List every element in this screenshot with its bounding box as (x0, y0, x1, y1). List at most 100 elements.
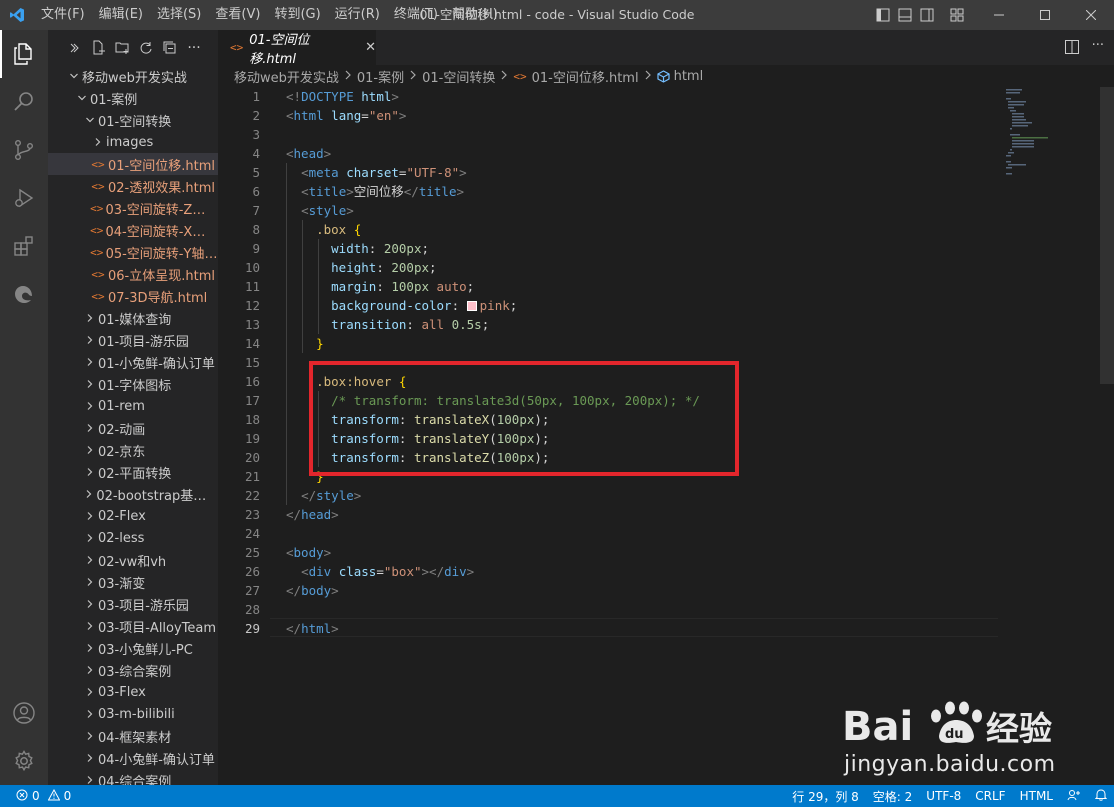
code-line[interactable]: 27 </body> (218, 581, 998, 600)
tree-folder-item[interactable]: 01-空间转换 (48, 109, 218, 131)
code-line[interactable]: 13 transition: all 0.5s; (218, 315, 998, 334)
tab-01-html[interactable]: <> 01-空间位移.html ✕ (218, 30, 376, 67)
collapse-all-icon[interactable] (162, 40, 178, 56)
explorer-icon[interactable] (0, 30, 48, 78)
search-icon[interactable] (0, 78, 48, 126)
toggle-panel-icon[interactable] (894, 0, 916, 30)
code-line[interactable]: 24 (218, 524, 998, 543)
breadcrumb-item[interactable]: 01-空间位移.html (532, 67, 639, 86)
tree-folder-item[interactable]: 02-平面转换 (48, 461, 218, 483)
maximize-icon[interactable] (1022, 0, 1068, 30)
code-line[interactable]: 22 </style> (218, 486, 998, 505)
extensions-icon[interactable] (0, 222, 48, 270)
menu-item[interactable]: 运行(R) (328, 0, 387, 30)
tree-folder-item[interactable]: 03-m-bilibili (48, 703, 218, 725)
code-line[interactable]: 28 (218, 600, 998, 619)
code-line[interactable]: 10 height: 200px; (218, 258, 998, 277)
toggle-sidebar-icon[interactable] (872, 0, 894, 30)
menu-item[interactable]: 帮助(H) (445, 0, 505, 30)
minimize-icon[interactable] (976, 0, 1022, 30)
code-line[interactable]: 29 </html> (218, 619, 998, 638)
end-of-line[interactable]: CRLF (968, 789, 1012, 803)
tree-folder-item[interactable]: 01-媒体查询 (48, 307, 218, 329)
code-line[interactable]: 3 (218, 125, 998, 144)
code-line[interactable]: 8 .box { (218, 220, 998, 239)
tree-file-item[interactable]: <> 01-空间位移.html (48, 153, 218, 175)
tree-folder-item[interactable]: 04-框架素材 (48, 725, 218, 747)
menu-item[interactable]: 选择(S) (150, 0, 208, 30)
tree-folder-item[interactable]: 02-less (48, 527, 218, 549)
tree-folder-item[interactable]: 01-项目-游乐园 (48, 329, 218, 351)
tree-folder-item[interactable]: 移动web开发实战 (48, 65, 218, 87)
tree-file-item[interactable]: <>05-空间旋转-Y轴.html (48, 241, 218, 263)
tree-folder-item[interactable]: 01-rem (48, 395, 218, 417)
tree-folder-item[interactable]: 02-vw和vh (48, 549, 218, 571)
code-line[interactable]: 9 width: 200px; (218, 239, 998, 258)
breadcrumb-item[interactable]: 01-空间转换 (422, 67, 495, 86)
scrollbar-thumb[interactable] (1100, 87, 1114, 384)
code-line[interactable]: 11 margin: 100px auto; (218, 277, 998, 296)
code-line[interactable]: 6 <title>空间位移</title> (218, 182, 998, 201)
tree-folder-item[interactable]: 03-渐变 (48, 571, 218, 593)
tree-folder-item[interactable]: 04-小兔鲜-确认订单 (48, 747, 218, 769)
menu-item[interactable]: 查看(V) (208, 0, 267, 30)
customize-layout-icon[interactable] (946, 0, 968, 30)
tree-folder-item[interactable]: 02-Flex (48, 505, 218, 527)
tree-folder-item[interactable]: 03-Flex (48, 681, 218, 703)
menu-item[interactable]: 转到(G) (267, 0, 327, 30)
split-editor-icon[interactable] (1064, 39, 1080, 55)
tree-folder-item[interactable]: 02-京东 (48, 439, 218, 461)
tree-folder-item[interactable]: 02-bootstrap基本使用 (48, 483, 218, 505)
tree-file-item[interactable]: <>03-空间旋转-Z轴.html (48, 197, 218, 219)
vertical-scrollbar[interactable] (1100, 87, 1114, 785)
menu-item[interactable]: 文件(F) (34, 0, 92, 30)
close-tab-icon[interactable]: ✕ (365, 40, 376, 55)
account-icon[interactable] (0, 689, 48, 737)
code-line[interactable]: 23 </head> (218, 505, 998, 524)
tree-folder-item[interactable]: 01-案例 (48, 87, 218, 109)
tree-folder-item[interactable]: 03-综合案例 (48, 659, 218, 681)
toggle-secondary-sidebar-icon[interactable] (916, 0, 938, 30)
new-file-icon[interactable] (90, 40, 106, 56)
code-line[interactable]: 25 <body> (218, 543, 998, 562)
code-line[interactable]: 2 <html lang="en"> (218, 106, 998, 125)
problems-status[interactable]: 0 0 (0, 788, 71, 804)
indentation[interactable]: 空格: 2 (866, 788, 920, 805)
source-control-icon[interactable] (0, 126, 48, 174)
collapse-chevron-icon[interactable] (66, 40, 82, 56)
code-line[interactable]: 5 <meta charset="UTF-8"> (218, 163, 998, 182)
tree-folder-item[interactable]: 04-综合案例 (48, 769, 218, 785)
menu-item[interactable]: 编辑(E) (92, 0, 150, 30)
edge-icon[interactable] (0, 270, 48, 318)
tree-folder-item[interactable]: 03-小兔鲜儿-PC (48, 637, 218, 659)
breadcrumb-item[interactable]: 01-案例 (357, 67, 404, 86)
tree-folder-item[interactable]: images (48, 131, 218, 153)
code-line[interactable]: 4 <head> (218, 144, 998, 163)
run-debug-icon[interactable] (0, 174, 48, 222)
code-line[interactable]: 7 <style> (218, 201, 998, 220)
language-mode[interactable]: HTML (1013, 789, 1060, 803)
tree-folder-item[interactable]: 01-字体图标 (48, 373, 218, 395)
code-editor[interactable]: 1 <!DOCTYPE html> 2 <html lang="en"> 3 4 <head… (218, 87, 1114, 785)
code-line[interactable]: 26 <div class="box"></div> (218, 562, 998, 581)
code-line[interactable]: 14 } (218, 334, 998, 353)
code-line[interactable]: 1 <!DOCTYPE html> (218, 87, 998, 106)
encoding[interactable]: UTF-8 (919, 789, 968, 803)
tree-file-item[interactable]: <> 02-透视效果.html (48, 175, 218, 197)
new-folder-icon[interactable] (114, 40, 130, 56)
notifications-icon[interactable] (1088, 788, 1114, 804)
editor-more-icon[interactable]: ··· (1092, 38, 1104, 53)
tree-file-item[interactable]: <>04-空间旋转-X轴.html (48, 219, 218, 241)
tree-file-item[interactable]: <> 06-立体呈现.html (48, 263, 218, 285)
refresh-icon[interactable] (138, 40, 154, 56)
feedback-icon[interactable] (1060, 789, 1088, 804)
more-actions-icon[interactable]: ··· (186, 40, 202, 56)
tree-folder-item[interactable]: 03-项目-AlloyTeam (48, 615, 218, 637)
tree-file-item[interactable]: <> 07-3D导航.html (48, 285, 218, 307)
breadcrumb-item[interactable]: 移动web开发实战 (234, 67, 339, 86)
tree-folder-item[interactable]: 02-动画 (48, 417, 218, 439)
breadcrumb-item[interactable]: html (674, 69, 704, 84)
close-window-icon[interactable] (1068, 0, 1114, 30)
minimap[interactable] (1004, 87, 1100, 785)
manage-gear-icon[interactable] (0, 737, 48, 785)
